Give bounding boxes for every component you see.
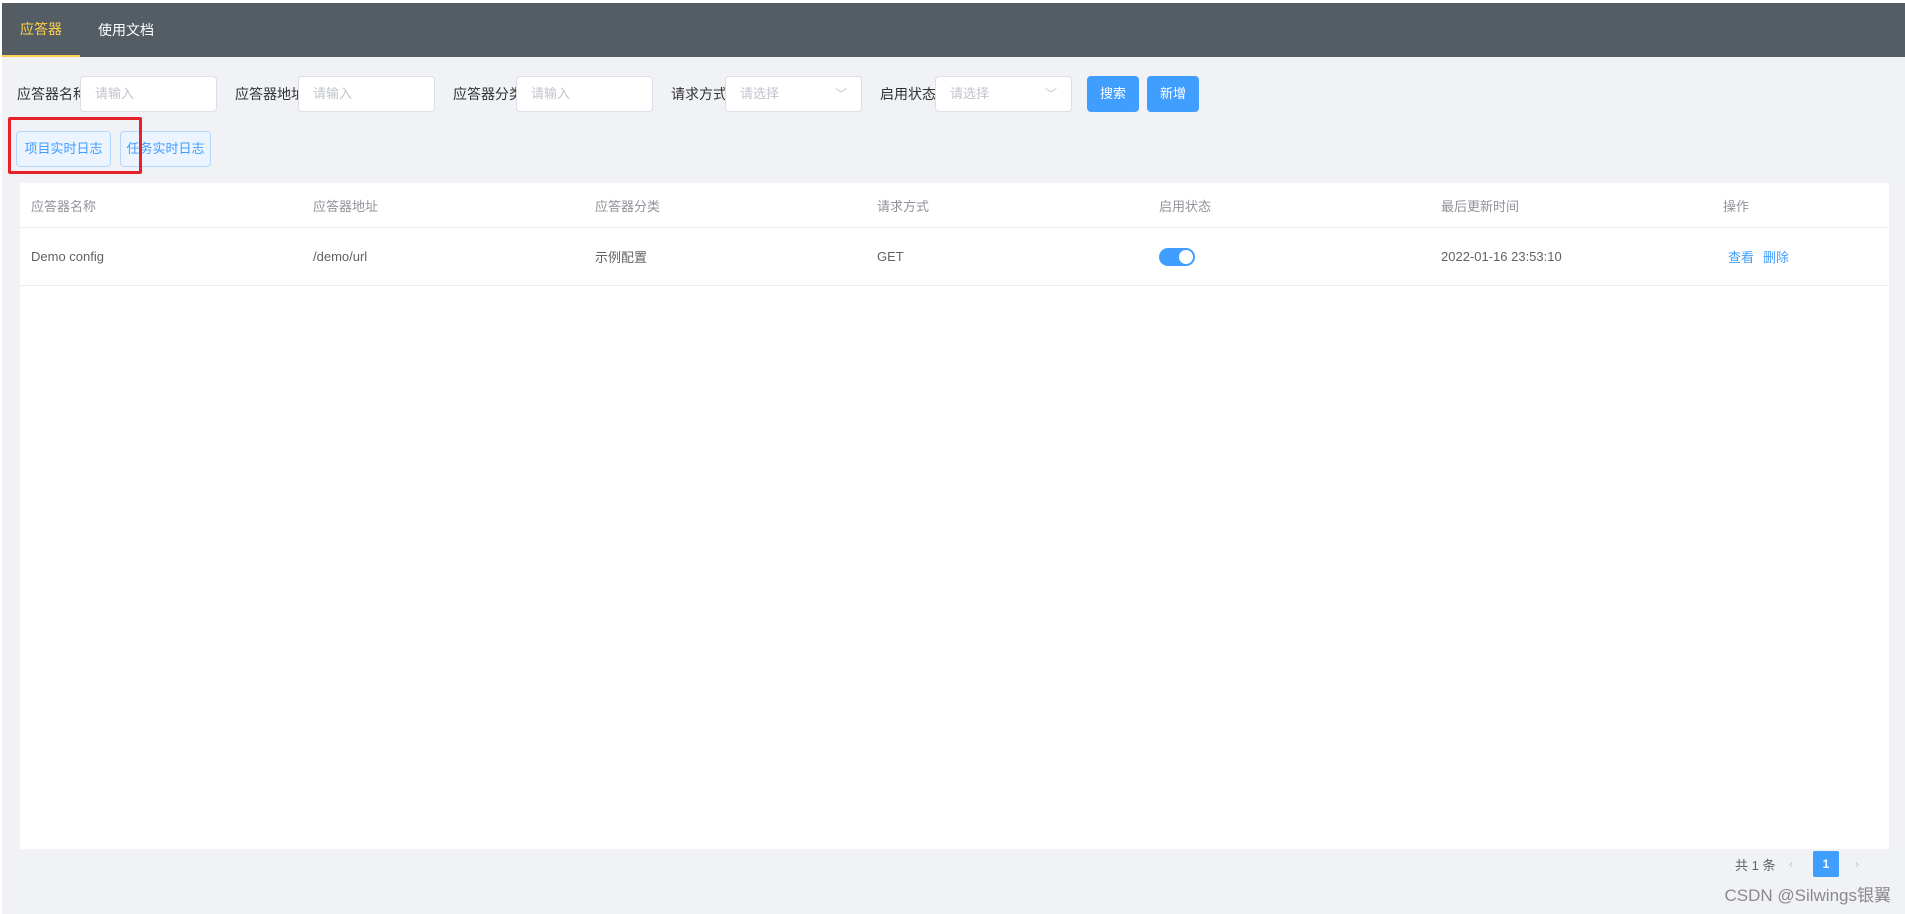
table-row: Demo config /demo/url 示例配置 GET 2022-01-1… xyxy=(20,228,1889,286)
row-updated: 2022-01-16 23:53:10 xyxy=(1441,249,1562,264)
status-filter-select[interactable]: 请选择 ﹀ xyxy=(935,76,1072,112)
nav-tab-responder[interactable]: 应答器 xyxy=(2,3,80,57)
address-filter-input[interactable]: 请输入 xyxy=(298,76,435,112)
enable-toggle[interactable] xyxy=(1159,247,1195,266)
name-filter-input[interactable]: 请输入 xyxy=(80,76,217,112)
method-filter-placeholder: 请选择 xyxy=(740,86,780,101)
address-filter-label: 应答器地址 xyxy=(235,86,305,102)
page-1-button[interactable]: 1 xyxy=(1813,851,1839,877)
status-filter-placeholder: 请选择 xyxy=(950,86,990,101)
header-address: 应答器地址 xyxy=(313,198,379,214)
top-nav: 应答器 使用文档 xyxy=(2,3,1905,57)
pagination: 共 1 条 ‹ 1 › xyxy=(1725,850,1905,878)
address-filter-placeholder: 请输入 xyxy=(313,86,353,101)
search-button[interactable]: 搜索 xyxy=(1087,76,1139,112)
table-header: 应答器名称 应答器地址 应答器分类 请求方式 启用状态 最后更新时间 操作 xyxy=(20,183,1889,228)
prev-page-icon[interactable]: ‹ xyxy=(1789,857,1793,871)
row-method: GET xyxy=(877,249,904,264)
chevron-down-icon: ﹀ xyxy=(1044,87,1057,101)
nav-tab-docs[interactable]: 使用文档 xyxy=(80,3,172,57)
app-window: 应答器 使用文档 应答器名称 请输入 应答器地址 请输入 应答器分类 请输入 请… xyxy=(2,3,1905,914)
task-realtime-log-button[interactable]: 任务实时日志 xyxy=(120,131,211,167)
row-address: /demo/url xyxy=(313,249,368,264)
category-filter-input[interactable]: 请输入 xyxy=(516,76,653,112)
filter-bar: 应答器名称 请输入 应答器地址 请输入 应答器分类 请输入 请求方式 请选择 ﹀… xyxy=(2,76,1905,112)
view-link[interactable]: 查看 xyxy=(1728,250,1754,265)
method-filter-select[interactable]: 请选择 ﹀ xyxy=(725,76,862,112)
header-status: 启用状态 xyxy=(1159,198,1212,214)
watermark: CSDN @Silwings银翼 xyxy=(1724,886,1891,905)
row-status xyxy=(1148,247,1430,266)
status-filter-label: 启用状态 xyxy=(880,86,936,102)
next-page-icon[interactable]: › xyxy=(1855,857,1859,871)
category-filter-label: 应答器分类 xyxy=(453,86,523,102)
header-updated: 最后更新时间 xyxy=(1441,198,1520,214)
header-method: 请求方式 xyxy=(877,198,930,214)
delete-link[interactable]: 删除 xyxy=(1763,250,1789,265)
row-actions: 查看 删除 xyxy=(1712,247,1889,266)
method-filter-label: 请求方式 xyxy=(671,86,727,102)
header-actions: 操作 xyxy=(1723,198,1750,214)
name-filter-placeholder: 请输入 xyxy=(95,86,135,101)
project-realtime-log-button[interactable]: 项目实时日志 xyxy=(16,131,111,167)
add-button[interactable]: 新增 xyxy=(1147,76,1199,112)
pagination-total: 共 1 条 xyxy=(1735,857,1776,873)
name-filter-label: 应答器名称 xyxy=(17,86,87,102)
row-name: Demo config xyxy=(31,249,104,264)
header-category: 应答器分类 xyxy=(595,198,661,214)
category-filter-placeholder: 请输入 xyxy=(531,86,571,101)
header-name: 应答器名称 xyxy=(31,198,97,214)
responder-table: 应答器名称 应答器地址 应答器分类 请求方式 启用状态 最后更新时间 操作 De… xyxy=(20,183,1889,849)
toggle-knob xyxy=(1179,249,1193,264)
chevron-down-icon: ﹀ xyxy=(834,87,847,101)
row-category: 示例配置 xyxy=(595,250,648,265)
